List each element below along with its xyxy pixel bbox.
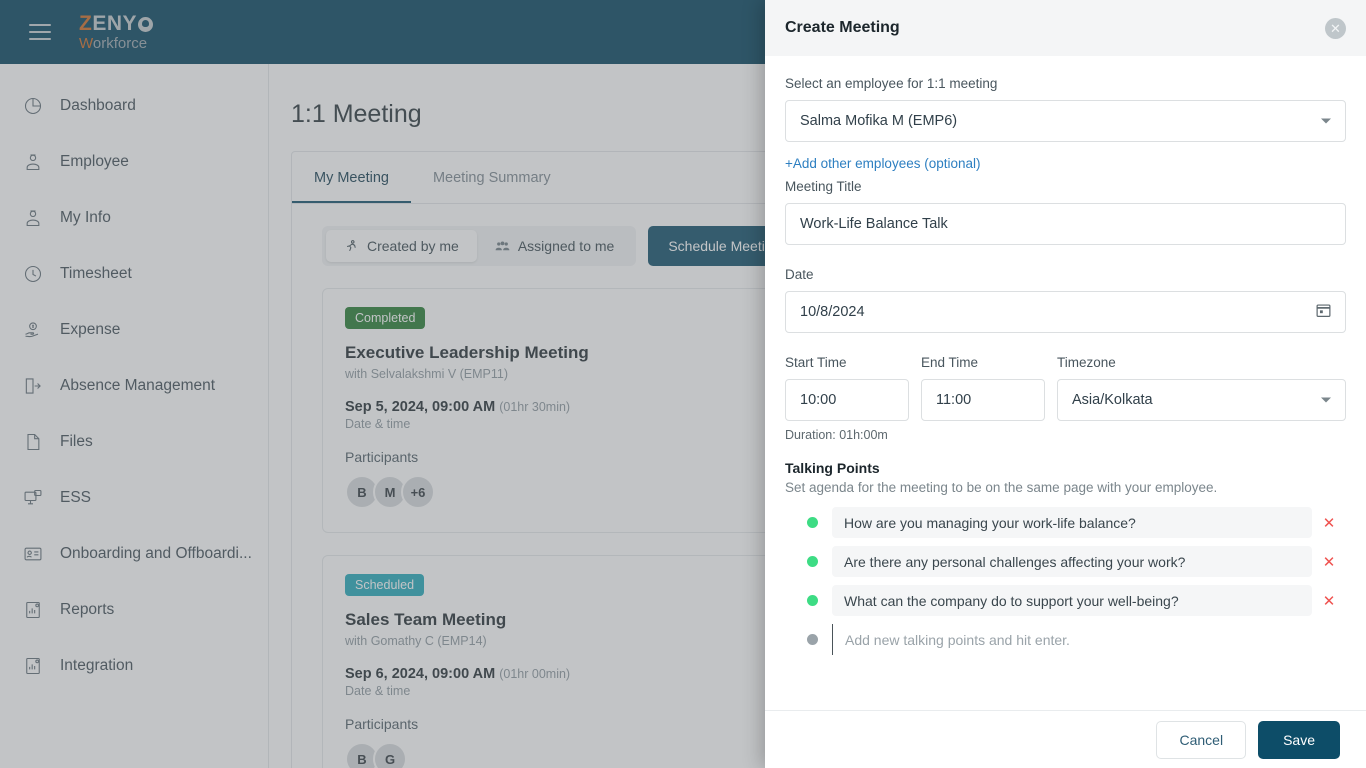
add-other-employees-link[interactable]: +Add other employees (optional): [785, 156, 981, 171]
cancel-button[interactable]: Cancel: [1156, 720, 1247, 759]
save-button[interactable]: Save: [1258, 720, 1340, 759]
end-time-label: End Time: [921, 355, 979, 370]
bullet-dot-icon: [807, 634, 818, 645]
meeting-title-label: Meeting Title: [785, 179, 862, 194]
talking-point-input[interactable]: Are there any personal challenges affect…: [832, 546, 1312, 577]
new-talking-point-row: Add new talking points and hit enter.: [785, 624, 1346, 655]
date-input[interactable]: 10/8/2024: [785, 291, 1346, 333]
timezone-value: Asia/Kolkata: [1072, 392, 1153, 408]
duration-text: Duration: 01h:00m: [785, 428, 888, 442]
dialog-footer: Cancel Save: [765, 710, 1366, 768]
start-time-label: Start Time: [785, 355, 847, 370]
remove-talking-point-icon[interactable]: ✕: [1312, 592, 1346, 610]
talking-point-row: What can the company do to support your …: [785, 585, 1346, 616]
talking-points-heading: Talking Points: [785, 460, 880, 476]
chevron-down-icon: [1321, 397, 1331, 403]
talking-points-hint: Set agenda for the meeting to be on the …: [785, 480, 1218, 495]
bullet-dot-icon: [807, 595, 818, 606]
end-time-input[interactable]: 11:00: [921, 379, 1045, 421]
meeting-title-input[interactable]: Work-Life Balance Talk: [785, 203, 1346, 245]
talking-point-input[interactable]: How are you managing your work-life bala…: [832, 507, 1312, 538]
new-talking-point-input[interactable]: Add new talking points and hit enter.: [832, 624, 1346, 655]
end-time-value: 11:00: [936, 392, 972, 408]
dialog-title: Create Meeting: [785, 19, 900, 36]
calendar-icon[interactable]: [1315, 302, 1332, 323]
talking-points-list: How are you managing your work-life bala…: [785, 507, 1346, 655]
dialog-header: Create Meeting ✕: [765, 0, 1366, 56]
date-value: 10/8/2024: [800, 304, 865, 320]
create-meeting-dialog: Create Meeting ✕ Select an employee for …: [765, 0, 1366, 768]
employee-select-value: Salma Mofika M (EMP6): [800, 113, 958, 129]
employee-select[interactable]: Salma Mofika M (EMP6): [785, 100, 1346, 142]
remove-talking-point-icon[interactable]: ✕: [1312, 553, 1346, 571]
timezone-select[interactable]: Asia/Kolkata: [1057, 379, 1346, 421]
talking-point-input[interactable]: What can the company do to support your …: [832, 585, 1312, 616]
remove-talking-point-icon[interactable]: ✕: [1312, 514, 1346, 532]
chevron-down-icon: [1321, 118, 1331, 124]
meeting-title-value: Work-Life Balance Talk: [800, 216, 948, 232]
dialog-body: Select an employee for 1:1 meeting Salma…: [765, 56, 1366, 710]
bullet-dot-icon: [807, 556, 818, 567]
talking-point-row: Are there any personal challenges affect…: [785, 546, 1346, 577]
employee-select-label: Select an employee for 1:1 meeting: [785, 76, 998, 91]
close-icon[interactable]: ✕: [1325, 17, 1346, 39]
start-time-value: 10:00: [800, 392, 837, 408]
date-label: Date: [785, 267, 814, 282]
talking-point-row: How are you managing your work-life bala…: [785, 507, 1346, 538]
start-time-input[interactable]: 10:00: [785, 379, 909, 421]
timezone-label: Timezone: [1057, 355, 1116, 370]
bullet-dot-icon: [807, 517, 818, 528]
